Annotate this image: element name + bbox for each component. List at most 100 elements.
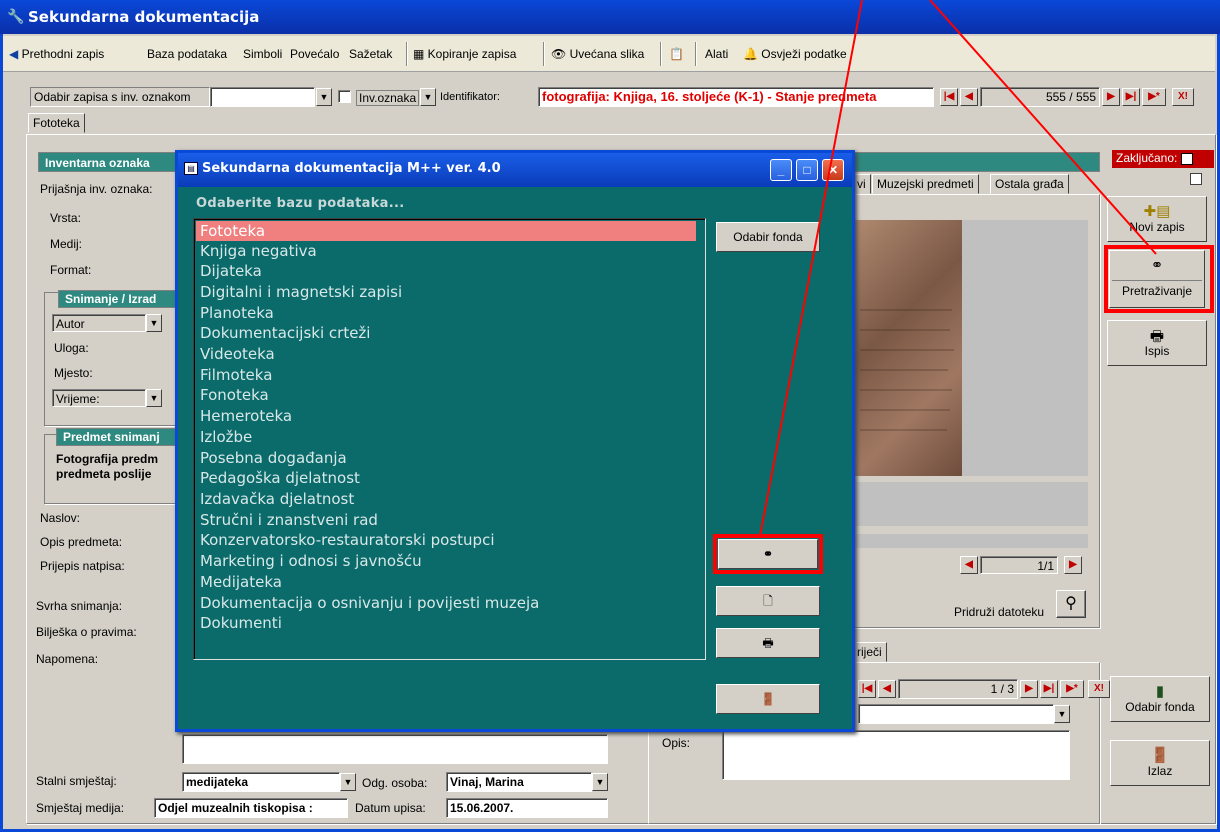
first-record-icon[interactable]: |◀	[940, 88, 958, 106]
list-item[interactable]: Izdavačka djelatnost	[200, 489, 354, 509]
refresh-data-menu[interactable]: 🔔 Osvježi podatke	[743, 47, 847, 61]
extra-checkbox[interactable]	[1190, 173, 1202, 185]
tab-ostala-grada[interactable]: Ostala građa	[990, 174, 1069, 194]
menu-bar: ◀ Prethodni zapis Baza podataka Simboli …	[3, 36, 1215, 72]
prev-record-icon[interactable]: ◀	[960, 88, 978, 106]
zoom-image-menu[interactable]: 👁 Uvećana slika	[551, 47, 644, 61]
copy-record-menu[interactable]: ▦ Kopiranje zapisa	[413, 47, 516, 61]
last-keyword-icon[interactable]: ▶|	[1040, 680, 1058, 698]
inv-select-input[interactable]	[210, 87, 315, 107]
delete-record-icon[interactable]: X!	[1172, 88, 1194, 106]
dialog-fond-button[interactable]: Odabir fonda	[716, 222, 820, 252]
last-record-icon[interactable]: ▶|	[1122, 88, 1140, 106]
menu-item-database[interactable]: Baza podataka	[147, 47, 227, 61]
naslov-label: Naslov:	[40, 511, 81, 525]
locked-checkbox[interactable]	[1181, 152, 1194, 165]
dialog-title-bar[interactable]: ▤ Sekundarna dokumentacija M++ ver. 4.0 …	[178, 153, 852, 187]
list-item[interactable]: Dokumentacija o osnivanju i povijesti mu…	[200, 593, 539, 613]
list-item[interactable]: Pedagoška djelatnost	[200, 468, 360, 488]
dialog-search-button[interactable]: ⚭	[718, 539, 818, 569]
list-item[interactable]: Dokumenti	[200, 613, 282, 633]
keyword-counter: 1 / 3	[898, 679, 1018, 699]
predmet-header: Predmet snimanj	[56, 428, 184, 446]
chevron-down-icon[interactable]: ▼	[592, 773, 608, 791]
tab-fototeka[interactable]: Fototeka	[28, 113, 85, 133]
dialog-print-button[interactable]: 🖶	[716, 628, 820, 658]
opis-predmeta-label: Opis predmeta:	[40, 535, 123, 549]
image-counter: 1/1	[980, 556, 1058, 574]
datum-upisa-field[interactable]: 15.06.2007.	[446, 798, 608, 818]
maximize-icon[interactable]: □	[796, 159, 818, 181]
chevron-down-icon[interactable]: ▼	[340, 773, 356, 791]
new-keyword-icon[interactable]: ▶*	[1060, 680, 1084, 698]
new-record-nav-icon[interactable]: ▶*	[1142, 88, 1166, 106]
exit-door-icon: 🚪	[1150, 747, 1170, 764]
delete-keyword-icon[interactable]: X!	[1088, 680, 1110, 698]
print-button[interactable]: 🖶 Ispis	[1107, 320, 1207, 366]
new-record-button[interactable]: ✚▤ Novi zapis	[1107, 196, 1207, 242]
magnifier-icon[interactable]: ⚲	[1056, 590, 1086, 618]
bell-icon: 🔔	[743, 47, 762, 61]
vrijeme-select[interactable]: Vrijeme:	[52, 389, 146, 407]
napomena-field[interactable]	[182, 734, 608, 764]
search-button[interactable]: ⚭ Pretraživanje	[1109, 250, 1205, 308]
list-item[interactable]: Videoteka	[200, 344, 275, 364]
prev-record-menu[interactable]: ◀ Prethodni zapis	[9, 47, 104, 61]
list-item[interactable]: Filmoteka	[200, 365, 272, 385]
minimize-icon[interactable]: _	[770, 159, 792, 181]
dialog-exit-button[interactable]: 🚪	[716, 684, 820, 714]
database-list[interactable]: Fototeka Knjiga negativa Dijateka Digita…	[193, 218, 706, 660]
chevron-down-icon[interactable]: ▼	[420, 88, 436, 106]
list-item[interactable]: Fonoteka	[200, 385, 269, 405]
identifier-label: Identifikator:	[440, 91, 500, 103]
prev-keyword-icon[interactable]: ◀	[878, 680, 896, 698]
fond-button[interactable]: ▮ Odabir fonda	[1110, 676, 1210, 722]
inv-checkbox[interactable]	[338, 90, 351, 103]
autor-select[interactable]: Autor	[52, 314, 146, 332]
book-image[interactable]	[852, 220, 962, 476]
tab-keywords[interactable]: riječi	[852, 642, 887, 662]
list-item[interactable]: Stručni i znanstveni rad	[200, 510, 378, 530]
list-item[interactable]: Planoteka	[200, 303, 274, 323]
menu-item-tools[interactable]: Alati	[705, 47, 728, 61]
smjestaj-medija-field[interactable]: Odjel muzealnih tiskopisa :	[154, 798, 348, 818]
wrench-icon: 🔧	[7, 8, 25, 24]
exit-button[interactable]: 🚪 Izlaz	[1110, 740, 1210, 786]
snimanje-header: Snimanje / Izrad	[58, 290, 184, 308]
stalni-smjestaj-select[interactable]: medijateka	[182, 772, 340, 792]
first-keyword-icon[interactable]: |◀	[858, 680, 876, 698]
list-item[interactable]: Digitalni i magnetski zapisi	[200, 282, 402, 302]
list-item[interactable]: Fototeka	[196, 221, 696, 241]
next-record-icon[interactable]: ▶	[1102, 88, 1120, 106]
next-keyword-icon[interactable]: ▶	[1020, 680, 1038, 698]
tab-muzejski-predmeti[interactable]: Muzejski predmeti	[872, 174, 979, 194]
list-item[interactable]: Knjiga negativa	[200, 241, 317, 261]
chevron-down-icon[interactable]: ▼	[146, 314, 162, 332]
list-item[interactable]: Medijateka	[200, 572, 282, 592]
list-item[interactable]: Dijateka	[200, 261, 262, 281]
list-item[interactable]: Konzervatorsko-restauratorski postupci	[200, 530, 495, 550]
list-item[interactable]: Izložbe	[200, 427, 252, 447]
binoculars-icon: ⚭	[762, 547, 774, 561]
chevron-down-icon[interactable]: ▼	[316, 88, 332, 106]
list-item[interactable]: Hemeroteka	[200, 406, 292, 426]
clipboard-icon[interactable]: 📋	[669, 47, 684, 61]
main-title-bar[interactable]: 🔧 Sekundarna dokumentacija	[0, 0, 1220, 34]
menu-item-symbols[interactable]: Simboli	[243, 47, 282, 61]
keyword-select[interactable]	[858, 704, 1054, 724]
identifier-value: fotografija: Knjiga, 16. stoljeće (K-1) …	[538, 87, 934, 107]
menu-item-magnifier[interactable]: Povećalo	[290, 47, 339, 61]
list-item[interactable]: Posebna događanja	[200, 448, 347, 468]
odg-osoba-select[interactable]: Vinaj, Marina	[446, 772, 592, 792]
close-icon[interactable]: ✕	[822, 159, 844, 181]
list-item[interactable]: Dokumentacijski crteži	[200, 323, 370, 343]
chevron-down-icon[interactable]: ▼	[146, 389, 162, 407]
next-image-icon[interactable]: ▶	[1064, 556, 1082, 574]
list-item[interactable]: Marketing i odnosi s javnošću	[200, 551, 422, 571]
prev-image-icon[interactable]: ◀	[960, 556, 978, 574]
chevron-down-icon[interactable]: ▼	[1054, 705, 1070, 723]
print-preview-icon: 🗋	[763, 594, 773, 608]
menu-item-summary[interactable]: Sažetak	[349, 47, 392, 61]
dialog-preview-button[interactable]: 🗋	[716, 586, 820, 616]
opis-field[interactable]	[722, 730, 1070, 780]
